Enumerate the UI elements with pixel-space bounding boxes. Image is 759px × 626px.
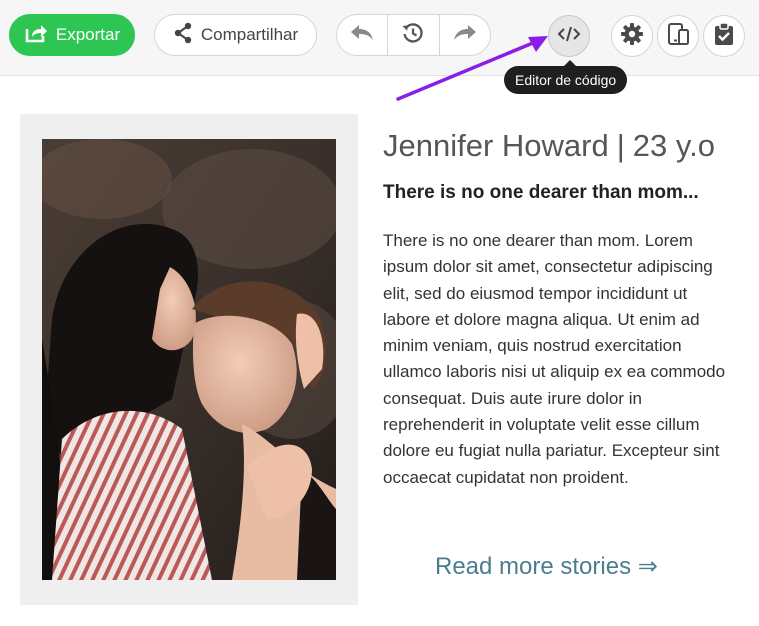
export-button[interactable]: Exportar <box>9 14 135 56</box>
gear-icon <box>620 22 644 51</box>
export-icon <box>24 23 48 48</box>
settings-button[interactable] <box>611 15 653 57</box>
share-icon <box>173 22 193 49</box>
profile-name: Jennifer Howard <box>383 128 609 163</box>
name-separator: | <box>616 128 625 163</box>
photo-frame <box>20 114 358 605</box>
story-headline: There is no one dearer than mom... <box>383 182 699 203</box>
story-photo <box>42 139 336 580</box>
profile-age: 23 y.o <box>632 128 715 163</box>
annotation-arrow <box>396 36 548 101</box>
share-label: Compartilhar <box>200 25 299 44</box>
code-icon <box>557 25 581 48</box>
story-body: There is no one dearer than mom. Lorem i… <box>383 231 726 487</box>
undo-button[interactable] <box>337 15 387 55</box>
editor-toolbar: Exportar Compartilhar Editor de código <box>0 0 759 94</box>
devices-icon <box>666 22 690 51</box>
share-button[interactable]: Compartilhar <box>154 14 317 56</box>
clipboard-check-icon <box>713 21 735 51</box>
clipboard-button[interactable] <box>703 15 745 57</box>
read-more-link[interactable]: Read more stories ⇒ <box>435 552 658 581</box>
export-label: Exportar <box>55 25 121 44</box>
responsive-preview-button[interactable] <box>657 15 699 57</box>
undo-arrow-icon <box>350 24 374 47</box>
profile-name-age: Jennifer Howard | 23 y.o <box>383 128 715 164</box>
